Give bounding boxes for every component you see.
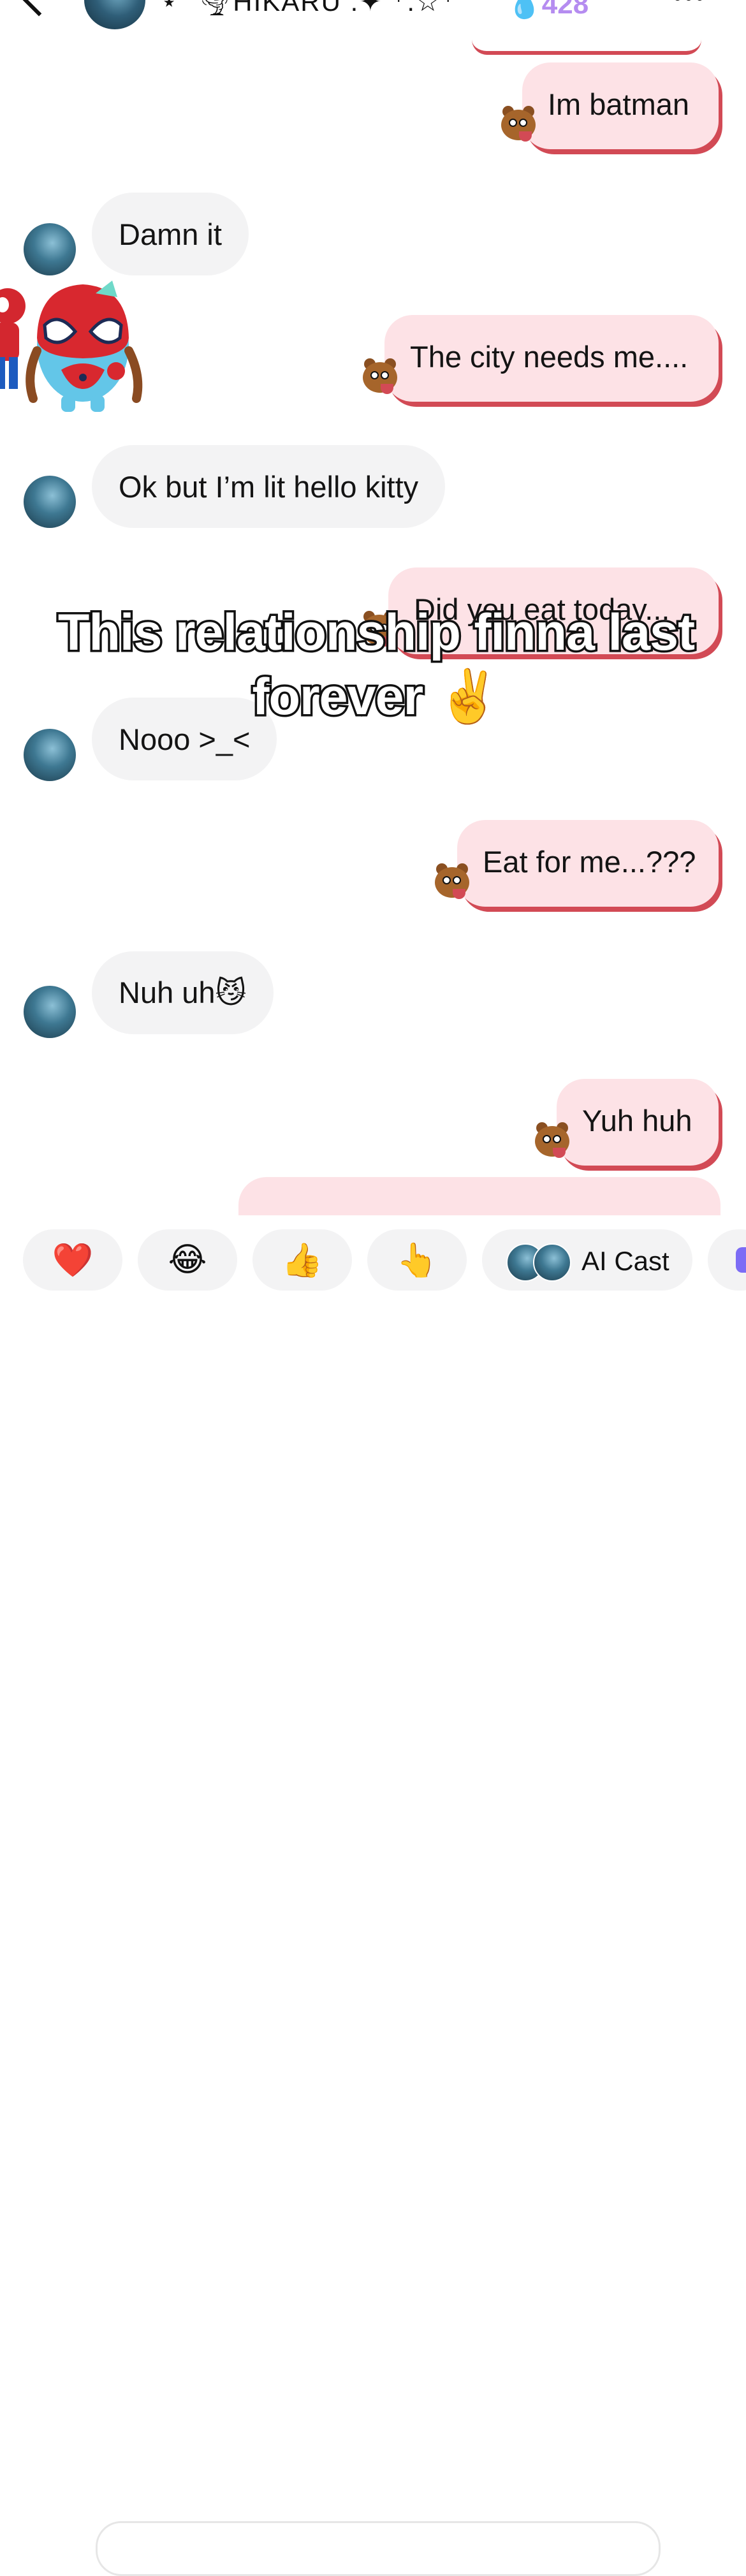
- message-text: The city needs me....: [410, 340, 689, 374]
- add-icon: [736, 1247, 746, 1273]
- previous-message-edge: [472, 40, 701, 55]
- sender-avatar[interactable]: [24, 986, 76, 1038]
- message-text: Damn it: [119, 217, 222, 251]
- back-chevron-icon[interactable]: [18, 0, 60, 17]
- reaction-laughing[interactable]: 😂: [138, 1229, 237, 1291]
- incoming-message[interactable]: Nuh uh😼: [92, 951, 274, 1034]
- bear-sticker-icon: [500, 106, 537, 145]
- reaction-heart[interactable]: ❤️: [23, 1229, 122, 1291]
- sender-avatar[interactable]: [24, 729, 76, 781]
- spiderman-egg: [26, 281, 143, 412]
- message-text: Nuh uh😼: [119, 976, 247, 1009]
- outgoing-message[interactable]: The city needs me....: [384, 315, 719, 402]
- spiderman-sticker: [0, 281, 143, 412]
- next-message-edge: [238, 1177, 720, 1215]
- more-reactions-button[interactable]: [708, 1229, 746, 1291]
- outgoing-message[interactable]: Eat for me...???: [457, 820, 719, 907]
- message-input[interactable]: [96, 2521, 661, 2576]
- bear-sticker-icon: [434, 863, 471, 903]
- message-text: Im batman: [548, 87, 690, 121]
- bear-sticker-icon: [362, 358, 399, 398]
- ai-cast-avatar: [533, 1243, 571, 1282]
- message-text: Yuh huh: [582, 1104, 692, 1138]
- message-text: Eat for me...???: [483, 845, 696, 879]
- contact-name[interactable]: ⋆˚ 🌪HIKARU .✦ ⁺.☆⁺: [161, 0, 457, 18]
- streak-count: 💧428: [507, 0, 589, 20]
- sender-avatar[interactable]: [24, 476, 76, 528]
- more-options-icon[interactable]: •••: [673, 0, 706, 13]
- spiderman-small: [0, 288, 26, 389]
- overlay-caption: This relationship finna last forever ✌️: [55, 602, 697, 728]
- quick-reaction-bar: ❤️ 😂 👍 👆 AI Cast: [0, 1215, 746, 2576]
- ai-cast-button[interactable]: AI Cast: [482, 1229, 692, 1291]
- chat-header: ⋆˚ 🌪HIKARU .✦ ⁺.☆⁺ 💧428 •••: [0, 0, 746, 29]
- contact-avatar[interactable]: [84, 0, 145, 29]
- ai-cast-label: AI Cast: [581, 1246, 669, 1276]
- outgoing-message[interactable]: Im batman: [522, 62, 719, 149]
- outgoing-message[interactable]: Yuh huh: [557, 1079, 719, 1166]
- reaction-point-up[interactable]: 👆: [367, 1229, 467, 1291]
- reaction-thumbs-up[interactable]: 👍: [252, 1229, 352, 1291]
- incoming-message[interactable]: Ok but I’m lit hello kitty: [92, 445, 446, 528]
- bear-sticker-icon: [534, 1122, 571, 1162]
- message-text: Ok but I’m lit hello kitty: [119, 469, 419, 504]
